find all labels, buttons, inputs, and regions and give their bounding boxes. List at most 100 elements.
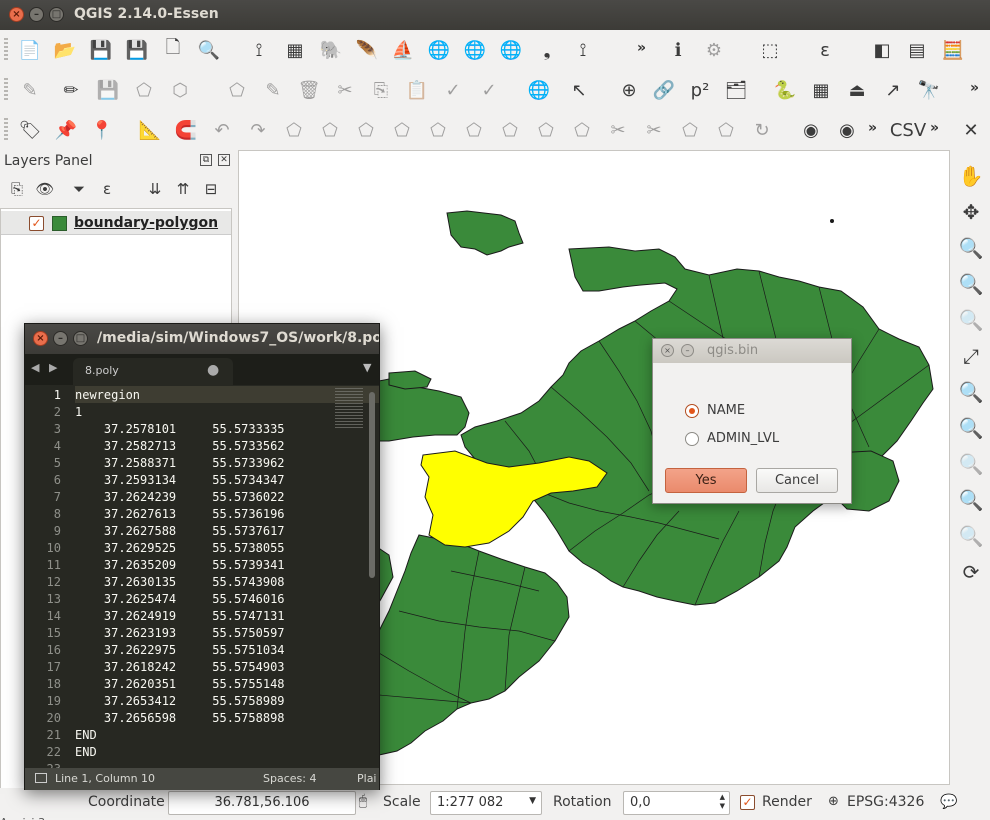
magnet-icon[interactable]: 🧲 [173,117,199,143]
toolbar-overflow-icon[interactable]: » [970,80,979,96]
editor-code-area[interactable]: newregion 1 37.2578101 55.5733335 37.2582… [75,386,335,768]
radio-name-label[interactable]: NAME [707,403,745,418]
zoom-to-selection-icon[interactable]: 🔍 [957,378,985,406]
pan-to-selection-icon[interactable]: ✥ [957,198,985,226]
indentation-setting[interactable]: Spaces: 4 [263,772,316,785]
editor-tab[interactable]: 8.poly ● [73,358,233,385]
add-raster-layer-icon[interactable]: ▦ [282,37,308,63]
syntax-setting[interactable]: Plai [357,772,377,785]
add-delimited-text-layer-icon[interactable]: ❟ [534,37,560,63]
rotation-spinbox[interactable]: 0,0 ▲ ▼ [623,791,730,815]
new-print-composer-icon[interactable]: 🗋 [160,37,186,63]
unsaved-dot-icon[interactable]: ● [207,362,219,378]
window-close-button[interactable]: × [9,7,24,22]
panel-float-icon[interactable]: ⧉ [200,154,212,166]
digitize-tool-icon[interactable]: ✓ [440,77,466,103]
label-unpin-icon[interactable]: 📍 [89,117,115,143]
add-group-icon[interactable]: ⎘ [6,178,28,200]
fill-ring-icon[interactable]: ⬠ [425,117,451,143]
move-feature-icon[interactable]: ⬠ [224,77,250,103]
editor-minimize-button[interactable]: – [53,331,68,346]
label-pin-icon[interactable]: 📌 [53,117,79,143]
add-part-icon[interactable]: ⬠ [389,117,415,143]
zoom-next-icon[interactable]: 🔍 [957,486,985,514]
rotate-symbols-icon[interactable]: ↻ [749,117,775,143]
measure-angle-icon[interactable]: 📐 [137,117,163,143]
gps-tools-icon[interactable]: 🌐 [526,77,552,103]
save-as-icon[interactable]: 💾 [124,37,150,63]
filter-expression-icon[interactable]: ε [96,178,118,200]
binoculars-icon[interactable]: 🔭 [916,77,942,103]
offset-curve-icon[interactable]: ⬠ [569,117,595,143]
redo-icon[interactable]: ↷ [245,117,271,143]
toolbar-overflow-icon[interactable]: » [868,120,877,136]
filter-legend-icon[interactable]: ⏷ [68,178,90,200]
coordinate-field[interactable]: 36.781,56.106 [168,791,356,815]
zoom-in-icon[interactable]: 🔍 [957,234,985,262]
paste-features-icon[interactable]: 📋 [404,77,430,103]
export-icon[interactable]: ⏏ [844,77,870,103]
csv-shp-icon[interactable]: CSV [890,117,926,143]
node-tool-icon[interactable]: ⬡ [167,77,193,103]
add-feature-icon[interactable]: ⬠ [131,77,157,103]
add-virtual-layer-icon[interactable]: ⟟ [570,37,596,63]
zoom-last-icon[interactable]: 🔍 [957,450,985,478]
toolbar-grip[interactable] [4,38,8,62]
node-edit-icon[interactable]: ✎ [260,77,286,103]
layer-name[interactable]: boundary-polygon [74,215,218,231]
open-project-icon[interactable]: 📂 [52,37,78,63]
merge-attributes-icon[interactable]: ⬠ [713,117,739,143]
delete-part-icon[interactable]: ⬠ [497,117,523,143]
merge-features-icon[interactable]: ⬠ [677,117,703,143]
split-parts-icon[interactable]: ✂ [641,117,667,143]
zoom-full-icon[interactable]: ⤢ [957,342,985,370]
osm-poly-icon[interactable]: 🗂 [723,77,749,103]
coordinate-capture-icon[interactable]: 🔗 [651,77,677,103]
composer-manager-icon[interactable]: 🔍 [196,37,222,63]
toolbar-overflow-icon[interactable]: » [930,120,939,136]
label-tool-icon[interactable]: 🏷 [17,117,43,143]
layer-visibility-checkbox[interactable]: ✓ [29,216,44,231]
refresh-icon[interactable]: ⟳ [957,558,985,586]
editor-scrollbar[interactable] [369,392,375,578]
cancel-button[interactable]: Cancel [756,468,838,493]
tab-nav-arrows-icon[interactable]: ◀ ▶ [31,361,60,374]
radio-name[interactable] [685,404,699,418]
dialog-close-button[interactable]: × [661,344,674,357]
toolbar-grip[interactable] [4,118,8,142]
processing-icon[interactable]: ◉ [798,117,824,143]
undo-icon[interactable]: ↶ [209,117,235,143]
rotate-feature-icon[interactable]: ⬠ [281,117,307,143]
add-vector-layer-icon[interactable]: ⟟ [246,37,272,63]
python-console-icon[interactable]: 🐍 [772,77,798,103]
zoom-next-disabled-icon[interactable]: 🔍 [957,522,985,550]
zoom-out-icon[interactable]: 🔍 [957,270,985,298]
attribute-table-icon[interactable]: ▤ [904,37,930,63]
spin-arrows-icon[interactable]: ▲ ▼ [720,793,725,811]
console-toggle-icon[interactable] [35,773,47,783]
deselect-icon[interactable]: ◧ [869,37,895,63]
panel-close-icon[interactable]: ✕ [218,154,230,166]
yes-button[interactable]: Yes [665,468,747,493]
new-project-icon[interactable]: 📄 [17,37,43,63]
layer-item[interactable]: ✓ boundary-polygon [1,211,231,235]
remove-layer-icon[interactable]: ⊟ [200,178,222,200]
scale-combobox[interactable]: 1:277 082 ▼ [430,791,542,815]
editor-close-button[interactable]: × [33,331,48,346]
add-wfs-layer-icon[interactable]: 🌐 [498,37,524,63]
save-edits-icon[interactable]: 💾 [95,77,121,103]
add-postgis-layer-icon[interactable]: 🐘 [318,37,344,63]
route-icon[interactable]: ↗ [880,77,906,103]
tab-menu-icon[interactable]: ▼ [363,361,371,374]
cut-features-icon[interactable]: ✂ [332,77,358,103]
crs-label[interactable]: EPSG:4326 [847,794,924,810]
select-features-icon[interactable]: ⬚ [757,37,783,63]
add-wms-layer-icon[interactable]: 🌐 [426,37,452,63]
add-spatialite-layer-icon[interactable]: 🪶 [354,37,380,63]
simplify-feature-icon[interactable]: ⬠ [317,117,343,143]
zoom-to-layer-icon[interactable]: 🔍 [957,414,985,442]
radio-admin-lvl[interactable] [685,432,699,446]
toolbar-overflow-icon[interactable]: » [637,40,646,56]
postgis-p2-icon[interactable]: p² [687,77,713,103]
editor-maximize-button[interactable]: □ [73,331,88,346]
